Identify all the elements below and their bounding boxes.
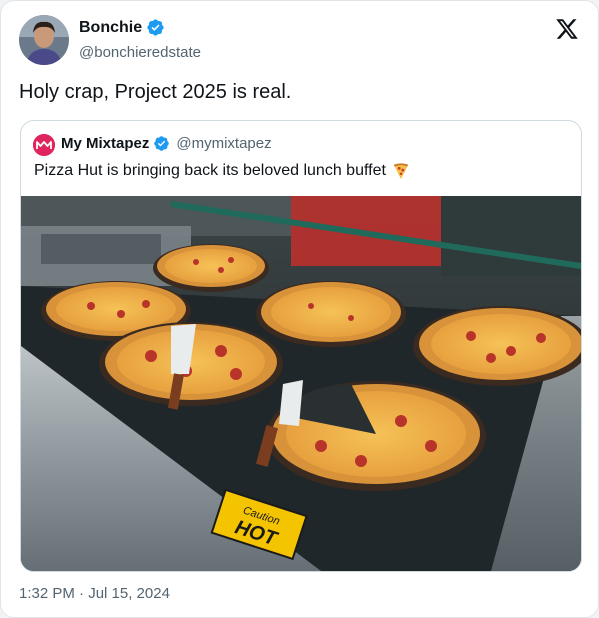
mymixtapez-logo-icon bbox=[33, 134, 55, 156]
pizza-center-back bbox=[256, 281, 406, 347]
tweet-timestamp[interactable]: 1:32 PM · Jul 15, 2024 bbox=[19, 585, 170, 602]
verified-badge-icon bbox=[154, 136, 170, 151]
pizza-buffet-photo[interactable]: Caution HOT bbox=[21, 196, 581, 571]
quoted-avatar[interactable] bbox=[33, 134, 55, 156]
pizza-right bbox=[413, 306, 581, 386]
quoted-name[interactable]: My Mixtapez bbox=[61, 135, 149, 152]
pizza-back-left bbox=[153, 244, 269, 292]
quoted-name-row[interactable]: My Mixtapez @mymixtapez bbox=[61, 135, 272, 152]
quoted-tweet[interactable]: My Mixtapez @mymixtapez Pizza Hut is bri… bbox=[20, 120, 582, 572]
author-avatar[interactable] bbox=[19, 15, 69, 65]
x-logo-icon[interactable] bbox=[555, 17, 579, 41]
author-name-row[interactable]: Bonchie bbox=[79, 18, 165, 37]
tweet-card: Bonchie @bonchieredstate Holy crap, Proj… bbox=[0, 0, 599, 618]
author-handle[interactable]: @bonchieredstate bbox=[79, 44, 201, 61]
author-name[interactable]: Bonchie bbox=[79, 19, 142, 37]
avatar-photo-icon bbox=[19, 15, 69, 65]
tweet-text: Holy crap, Project 2025 is real. bbox=[19, 81, 292, 103]
verified-badge-icon bbox=[147, 19, 164, 36]
pizza-icon bbox=[393, 163, 409, 180]
quoted-text: Pizza Hut is bringing back its beloved l… bbox=[34, 162, 386, 179]
quoted-handle[interactable]: @mymixtapez bbox=[176, 135, 271, 152]
quoted-text-row: Pizza Hut is bringing back its beloved l… bbox=[34, 162, 410, 180]
